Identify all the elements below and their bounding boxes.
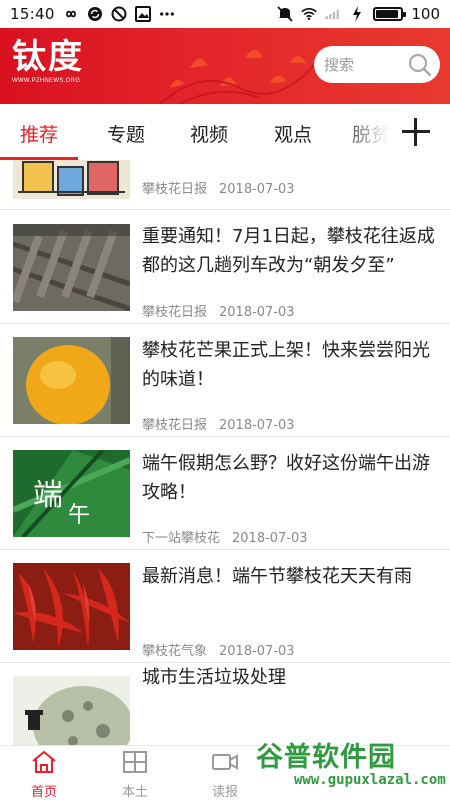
news-title[interactable]: 端午假期怎么野？收好这份端午出游攻略！ (142, 449, 438, 507)
status-bar: 15:40 100 (0, 0, 450, 28)
news-title[interactable]: 重要通知！7月1日起，攀枝花往返成都的这几趟列车改为“朝发夕至” (142, 222, 438, 280)
infinity-icon (65, 10, 76, 18)
divider (0, 209, 450, 210)
divider (0, 549, 450, 550)
signal-icon (326, 9, 340, 20)
plus-icon[interactable] (402, 118, 430, 146)
news-meta: 攀枝花气象 2018-07-03 (142, 640, 295, 659)
battery-percent: 100 (411, 5, 440, 23)
nav-home[interactable]: 首页 (14, 746, 74, 800)
more-dots-icon (159, 12, 174, 16)
news-source: 攀枝花日报 (142, 182, 208, 197)
news-date: 2018-07-03 (219, 644, 295, 659)
divider (0, 323, 450, 324)
news-date: 2018-07-03 (219, 182, 295, 197)
sync-icon (87, 7, 102, 21)
watermark: 谷普软件园 www.gupuxlazal.com (250, 738, 450, 800)
search-icon[interactable] (408, 53, 432, 77)
home-icon (32, 750, 56, 773)
tabs-fade-overlay (340, 104, 400, 160)
news-thumbnail (13, 337, 130, 424)
nav-home-label: 首页 (30, 785, 57, 800)
app-logo: 钛度 WWW.PZHNEWS.ORG (12, 36, 112, 94)
status-right-icons: 100 (277, 5, 440, 23)
news-title[interactable]: 攀枝花芒果正式上架！快来尝尝阳光的味道！ (142, 336, 438, 394)
wifi-icon (301, 8, 318, 20)
svg-text:午: 午 (68, 503, 90, 528)
tab-opinions[interactable]: 观点 (274, 120, 312, 147)
nav-newspaper-label: 读报 (211, 785, 238, 800)
news-thumbnail (13, 676, 130, 745)
news-date: 2018-07-03 (232, 531, 308, 546)
news-meta: 下一站攀枝花 2018-07-03 (142, 527, 308, 546)
status-time: 15:40 (10, 5, 55, 23)
news-date: 2018-07-03 (219, 418, 295, 433)
news-thumbnail: 端 午 (13, 450, 130, 537)
divider (0, 436, 450, 437)
charging-icon (353, 6, 362, 22)
nav-newspaper[interactable]: 读报 (195, 746, 255, 800)
logo-text: 钛度 (12, 37, 84, 77)
app-header: 钛度 WWW.PZHNEWS.ORG 搜索 (0, 28, 450, 104)
nav-local[interactable]: 本土 (105, 746, 165, 800)
news-meta: 攀枝花日报 2018-07-03 (142, 301, 295, 320)
battery-icon (373, 7, 407, 21)
news-meta: 攀枝花日报 2018-07-03 (142, 178, 295, 197)
news-thumbnail (13, 160, 130, 199)
video-icon (212, 754, 238, 770)
block-icon (111, 6, 127, 22)
tab-videos[interactable]: 视频 (190, 120, 228, 147)
svg-text:端: 端 (33, 478, 63, 513)
search-box[interactable]: 搜索 (314, 46, 440, 83)
news-title[interactable]: 城市生活垃圾处理 (142, 663, 438, 692)
search-placeholder: 搜索 (324, 56, 355, 74)
news-feed[interactable]: 攀枝花日报 2018-07-03 重要通知！7月1日起，攀枝花往返成都的这几趟列车… (0, 160, 450, 745)
gallery-icon (134, 6, 151, 22)
news-title[interactable]: 最新消息！端午节攀枝花天天有雨 (142, 562, 438, 591)
logo-subtitle: WWW.PZHNEWS.ORG (12, 78, 81, 84)
tab-topics[interactable]: 专题 (107, 120, 145, 147)
status-left-icons (63, 6, 175, 22)
mute-icon (277, 6, 293, 22)
header-flower-decoration (159, 50, 320, 104)
news-source: 下一站攀枝花 (142, 531, 221, 546)
news-thumbnail (13, 563, 130, 650)
tab-recommend[interactable]: 推荐 (20, 120, 58, 147)
news-source: 攀枝花日报 (142, 418, 208, 433)
nav-local-label: 本土 (121, 785, 148, 800)
news-meta: 攀枝花日报 2018-07-03 (142, 414, 295, 433)
news-thumbnail (13, 224, 130, 311)
news-date: 2018-07-03 (219, 305, 295, 320)
news-source: 攀枝花气象 (142, 644, 208, 659)
map-icon (123, 751, 147, 773)
battery-fill (376, 10, 399, 18)
news-source: 攀枝花日报 (142, 305, 208, 320)
